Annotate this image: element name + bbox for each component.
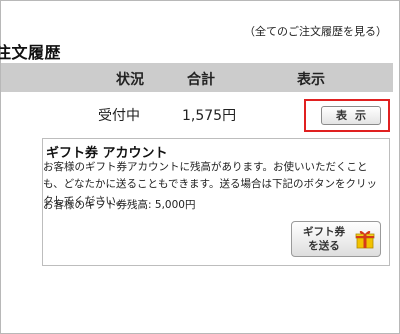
all-orders-link[interactable]: （全てのご注文履歴を見る） <box>244 23 387 39</box>
column-header-status: 状況 <box>116 72 144 88</box>
gift-balance-label: お客様のギフト券残高: <box>43 199 152 211</box>
send-gift-card-label: ギフト券 を送る <box>303 226 345 252</box>
gift-balance: お客様のギフト券残高: 5,000円 <box>43 197 195 212</box>
order-status: 受付中 <box>98 108 140 124</box>
gift-account-panel: ギフト券 アカウント お客様のギフト券アカウントに残高があります。お使いいただく… <box>42 138 390 266</box>
gift-box-icon <box>355 230 375 249</box>
view-order-button[interactable]: 表示 <box>321 106 381 125</box>
section-title: 注文履歴 <box>0 43 62 62</box>
page-frame: （全てのご注文履歴を見る） 注文履歴 状況 合計 表示 受付中 1,575円 表… <box>0 0 400 334</box>
gift-balance-value: 5,000円 <box>154 199 196 211</box>
column-header-total: 合計 <box>187 72 215 88</box>
column-header-view: 表示 <box>297 72 325 88</box>
order-total: 1,575円 <box>182 108 237 124</box>
orders-table-header: 状況 合計 表示 <box>1 63 393 92</box>
send-gift-card-button[interactable]: ギフト券 を送る <box>291 221 381 257</box>
